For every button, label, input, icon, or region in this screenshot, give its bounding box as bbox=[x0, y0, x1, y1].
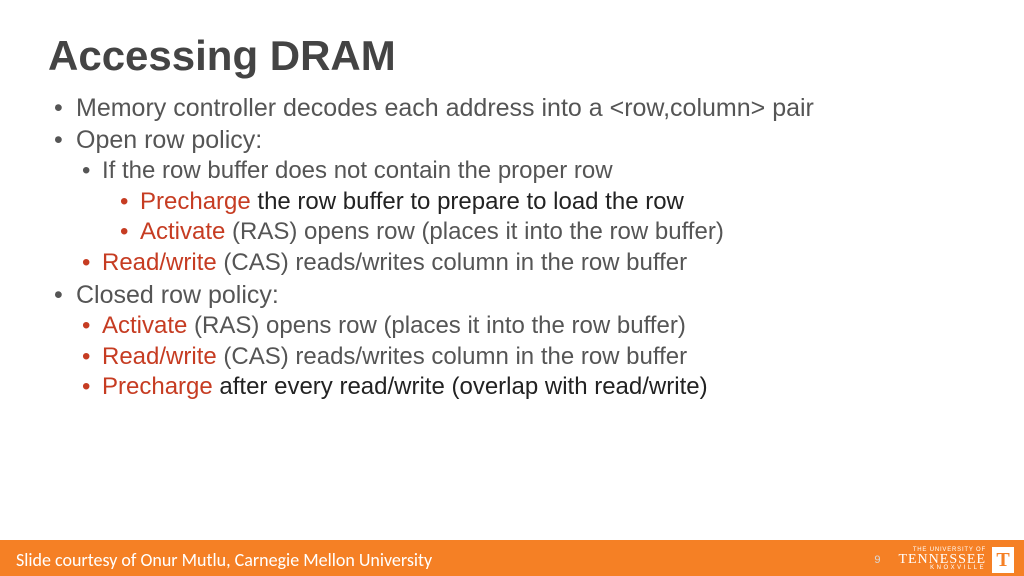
bullet-text: after every read/write (overlap with rea… bbox=[213, 373, 708, 400]
bullet-l3: Activate (RAS) opens row (places it into… bbox=[116, 217, 976, 248]
keyword-precharge: Precharge bbox=[140, 188, 251, 215]
university-logo: THE UNIVERSITY OF TENNESSEE KNOXVILLE T bbox=[898, 547, 1024, 573]
bullet-l3: Precharge the row buffer to prepare to l… bbox=[116, 187, 976, 218]
keyword-precharge: Precharge bbox=[102, 373, 213, 400]
bullet-l1: Memory controller decodes each address i… bbox=[48, 92, 976, 124]
footer-credit: Slide courtesy of Onur Mutlu, Carnegie M… bbox=[0, 549, 874, 571]
bullet-list: Memory controller decodes each address i… bbox=[48, 92, 976, 403]
keyword-readwrite: Read/write bbox=[102, 249, 217, 276]
bullet-text: (CAS) reads/writes column in the row buf… bbox=[217, 249, 687, 276]
bullet-text: (CAS) reads/writes column in the row buf… bbox=[217, 343, 687, 370]
bullet-text: the row buffer to prepare to load the ro… bbox=[251, 188, 684, 215]
bullet-l1: Open row policy: bbox=[48, 124, 976, 156]
logo-line-bot: KNOXVILLE bbox=[930, 566, 986, 571]
bullet-l2: If the row buffer does not contain the p… bbox=[78, 156, 976, 187]
keyword-readwrite: Read/write bbox=[102, 343, 217, 370]
bullet-l2: Precharge after every read/write (overla… bbox=[78, 372, 976, 403]
bullet-text: (RAS) opens row (places it into the row … bbox=[225, 218, 723, 245]
bullet-l2: Activate (RAS) opens row (places it into… bbox=[78, 311, 976, 342]
bullet-text: (RAS) opens row (places it into the row … bbox=[187, 312, 685, 339]
slide-footer: Slide courtesy of Onur Mutlu, Carnegie M… bbox=[0, 542, 1024, 576]
bullet-l2: Read/write (CAS) reads/writes column in … bbox=[78, 248, 976, 279]
keyword-activate: Activate bbox=[102, 312, 187, 339]
bullet-l1: Closed row policy: bbox=[48, 279, 976, 311]
bullet-l2: Read/write (CAS) reads/writes column in … bbox=[78, 342, 976, 373]
page-number: 9 bbox=[874, 554, 898, 566]
slide-title: Accessing DRAM bbox=[48, 32, 976, 80]
logo-t-icon: T bbox=[992, 547, 1014, 573]
keyword-activate: Activate bbox=[140, 218, 225, 245]
